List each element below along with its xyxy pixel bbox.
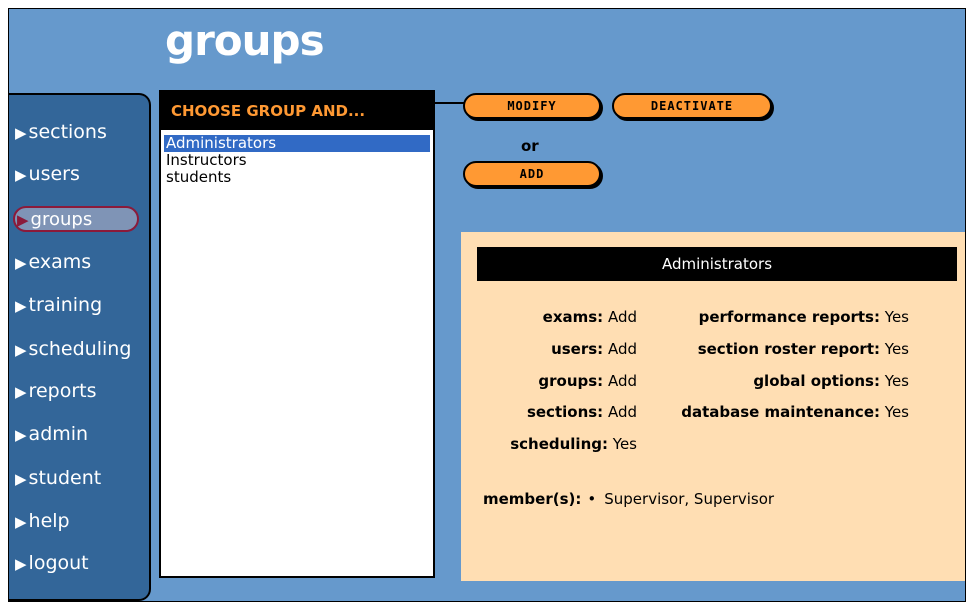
sidebar-item-student[interactable]: ▶ student [15,463,101,493]
permission-label: performance reports: [698,308,880,326]
sidebar-item-logout[interactable]: ▶ logout [15,548,89,578]
sidebar-item-label: admin [28,423,89,445]
sidebar-nav: ▶ sections ▶ users ▶ groups ▶ exams ▶ trainin… [9,93,151,601]
permission-label: section roster report: [697,340,880,358]
sidebar-item-label: training [28,294,103,316]
choose-group-header: CHOOSE GROUP AND... [159,90,435,128]
modify-button[interactable]: MODIFY [463,93,601,119]
group-option-students[interactable]: students [164,169,430,186]
permission-label: global options: [753,372,880,390]
arrow-right-icon: ▶ [15,513,27,531]
sidebar-item-reports[interactable]: ▶ reports [15,376,96,406]
permission-groups: groups: Add [538,372,637,390]
sidebar-item-admin[interactable]: ▶ admin [15,419,88,449]
arrow-right-icon: ▶ [15,470,27,488]
sidebar-item-training[interactable]: ▶ training [15,290,102,320]
sidebar-item-label: sections [28,121,107,143]
permission-value: Add [607,372,637,390]
permission-value: Add [607,308,637,326]
sidebar-item-scheduling[interactable]: ▶ scheduling [15,334,131,364]
arrow-right-icon: ▶ [15,166,27,184]
permission-label: sections: [526,403,604,421]
group-option-administrators[interactable]: Administrators [164,135,430,152]
members-row: member(s): • Supervisor, Supervisor [483,490,774,508]
or-label: or [521,137,539,155]
sidebar-item-label: reports [28,380,97,402]
sidebar-item-users[interactable]: ▶ users [15,159,80,189]
permission-value: Yes [884,403,909,421]
group-details-panel: Administrators exams: Add users: Add gro… [461,232,965,581]
permission-section-roster-report: section roster report: Yes [698,340,909,358]
permission-sections: sections: Add [527,403,637,421]
sidebar-item-label: student [28,467,102,489]
app-frame: groups ▶ sections ▶ users ▶ groups ▶ exams ▶… [8,8,966,602]
arrow-right-icon: ▶ [15,124,27,142]
members-label: member(s): [483,490,582,508]
permission-exams: exams: Add [543,308,637,326]
sidebar-item-label: help [28,510,70,532]
group-option-instructors[interactable]: Instructors [164,152,430,169]
arrow-right-icon: ▶ [15,341,27,359]
sidebar-item-label: scheduling [28,338,132,360]
add-button[interactable]: ADD [463,161,601,187]
bullet-icon: • [587,490,597,508]
permission-value: Add [607,340,637,358]
arrow-right-icon: ▶ [15,254,27,272]
permission-label: scheduling: [510,435,608,453]
sidebar-item-label: exams [28,251,92,273]
page-title: groups [165,16,325,65]
permission-value: Yes [884,372,909,390]
arrow-right-icon: ▶ [15,555,27,573]
sidebar-item-label: groups [30,209,93,230]
arrow-right-icon: ▶ [15,383,27,401]
permission-users: users: Add [551,340,637,358]
sidebar-item-help[interactable]: ▶ help [15,506,70,536]
sidebar-item-label: logout [28,552,89,574]
sidebar-item-exams[interactable]: ▶ exams [15,247,91,277]
sidebar-item-label: users [28,163,80,185]
sidebar-item-sections[interactable]: ▶ sections [15,117,107,147]
permission-label: users: [551,340,604,358]
group-details-title: Administrators [477,247,957,281]
permission-label: database maintenance: [681,403,880,421]
arrow-right-icon: ▶ [15,297,27,315]
permission-value: Add [607,403,637,421]
permission-value: Yes [612,435,637,453]
permission-performance-reports: performance reports: Yes [699,308,909,326]
member-item: Supervisor, Supervisor [604,490,775,508]
permission-value: Yes [884,340,909,358]
arrow-right-icon: ▶ [15,426,27,444]
permission-value: Yes [884,308,909,326]
arrow-right-icon: ▶ [17,211,29,229]
permission-global-options: global options: Yes [753,372,909,390]
permission-label: groups: [538,372,604,390]
sidebar-item-groups[interactable]: ▶ groups [13,206,139,232]
permission-database-maintenance: database maintenance: Yes [681,403,909,421]
deactivate-button[interactable]: DEACTIVATE [612,93,772,119]
permission-label: exams: [542,308,604,326]
group-listbox[interactable]: Administrators Instructors students [159,128,435,578]
permission-scheduling: scheduling: Yes [510,435,637,453]
